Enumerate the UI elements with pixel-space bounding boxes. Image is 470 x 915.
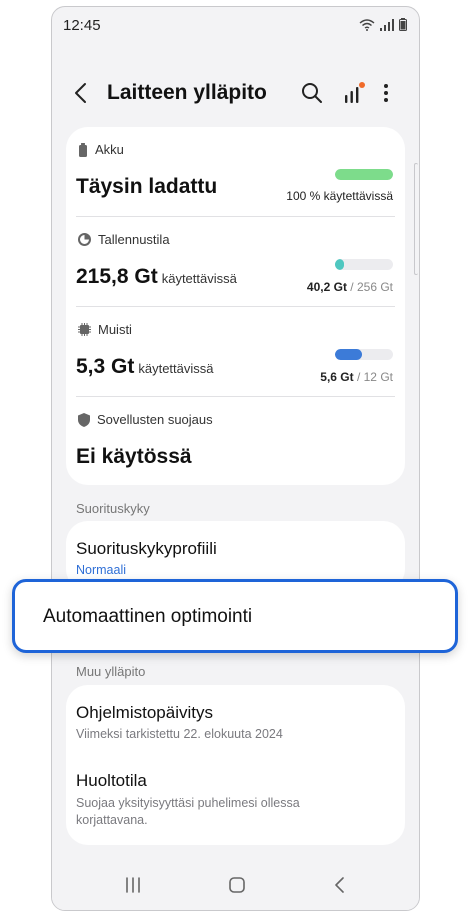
memory-bar [335, 349, 393, 360]
back-icon [335, 877, 344, 893]
wifi-icon [359, 19, 375, 31]
battery-header: Akku [78, 142, 124, 157]
maintenance-mode-subtitle: Suojaa yksityisyyttäsi puhelimesi olless… [76, 796, 300, 827]
memory-header: Muisti [78, 322, 132, 337]
app-protection-item[interactable]: Sovellusten suojaus Ei käytössä [66, 397, 405, 485]
performance-profile-title: Suorituskykyprofiili [76, 539, 217, 558]
notification-dot [359, 82, 365, 88]
memory-value-suffix: käytettävissä [138, 361, 214, 376]
battery-icon [79, 142, 87, 157]
recents-button[interactable] [122, 876, 144, 894]
software-update-subtitle: Viimeksi tarkistettu 22. elokuuta 2024 [76, 727, 283, 741]
storage-header: Tallennustila [78, 232, 170, 247]
memory-bar-fill [335, 349, 363, 360]
more-vertical-icon [384, 84, 388, 102]
storage-label: Tallennustila [98, 232, 170, 247]
other-maintenance-card: Ohjelmistopäivitys Viimeksi tarkistettu … [66, 685, 405, 845]
memory-label: Muisti [98, 322, 132, 337]
home-icon [229, 877, 245, 893]
nav-back-button[interactable] [332, 875, 348, 895]
section-label-other: Muu ylläpito [76, 664, 146, 679]
battery-caption: 100 % käytettävissä [286, 189, 393, 203]
battery-bar-fill [335, 169, 393, 180]
home-button[interactable] [227, 875, 247, 895]
battery-status-value: Täysin ladattu [76, 175, 218, 198]
maintenance-mode-item[interactable]: Huoltotila Suojaa yksityisyyttäsi puheli… [66, 765, 405, 845]
status-bar: 12:45 [52, 7, 419, 45]
maintenance-mode-title: Huoltotila [76, 771, 147, 790]
battery-bar [335, 169, 393, 180]
software-update-item[interactable]: Ohjelmistopäivitys Viimeksi tarkistettu … [66, 685, 405, 765]
phone-frame: 12:45 Laitteen ylläpito Akku Täysin lada… [51, 6, 420, 911]
shield-icon [78, 412, 90, 427]
battery-status: Täysin ladattu [76, 175, 217, 199]
cell-signal-icon [380, 19, 394, 31]
pie-chart-icon [78, 233, 91, 246]
memory-caption: 5,6 Gt / 12 Gt [320, 370, 393, 384]
app-protection-header: Sovellusten suojaus [78, 412, 213, 427]
status-time: 12:45 [63, 17, 101, 34]
chevron-left-icon [75, 83, 86, 103]
battery-status-icon [399, 18, 407, 31]
app-protection-label: Sovellusten suojaus [97, 412, 213, 427]
stats-button[interactable] [342, 81, 366, 105]
memory-total: / 12 Gt [356, 370, 393, 384]
memory-value: 5,3 Gt [76, 355, 135, 378]
page-title: Laitteen ylläpito [107, 81, 267, 104]
storage-available: 215,8 Gt käytettävissä [76, 265, 237, 289]
search-icon [302, 83, 322, 103]
back-button[interactable] [70, 81, 92, 105]
storage-value: 215,8 Gt [76, 265, 158, 288]
app-protection-status: Ei käytössä [76, 445, 192, 469]
storage-used: 40,2 Gt [306, 280, 347, 294]
scroll-indicator [414, 163, 418, 275]
auto-optimization-item[interactable]: Automaattinen optimointi [12, 579, 458, 653]
memory-available: 5,3 Gt käytettävissä [76, 355, 214, 379]
memory-item[interactable]: Muisti 5,3 Gt käytettävissä 5,6 Gt / 12 G… [66, 307, 405, 397]
auto-optimization-label: Automaattinen optimointi [43, 606, 253, 627]
status-card: Akku Täysin ladattu 100 % käytettävissä … [66, 127, 405, 485]
signal-bars-icon [345, 82, 365, 103]
search-button[interactable] [300, 81, 324, 105]
performance-profile-value: Normaali [76, 563, 127, 577]
battery-item[interactable]: Akku Täysin ladattu 100 % käytettävissä [66, 127, 405, 217]
storage-value-suffix: käytettävissä [161, 271, 237, 286]
storage-bar [335, 259, 393, 270]
memory-used: 5,6 Gt [320, 370, 354, 384]
more-options-button[interactable] [379, 81, 393, 105]
storage-item[interactable]: Tallennustila 215,8 Gt käytettävissä 40,2… [66, 217, 405, 307]
recents-icon [126, 877, 140, 893]
chip-icon [78, 323, 91, 336]
app-protection-value: Ei käytössä [76, 445, 192, 468]
battery-label: Akku [95, 142, 124, 157]
software-update-title: Ohjelmistopäivitys [76, 703, 213, 722]
navigation-bar [52, 860, 419, 910]
storage-total: / 256 Gt [350, 280, 393, 294]
storage-bar-fill [335, 259, 345, 270]
section-label-performance: Suorituskyky [76, 501, 150, 516]
storage-caption: 40,2 Gt / 256 Gt [307, 280, 393, 294]
app-header: Laitteen ylläpito [52, 67, 419, 117]
status-icons [359, 18, 407, 31]
